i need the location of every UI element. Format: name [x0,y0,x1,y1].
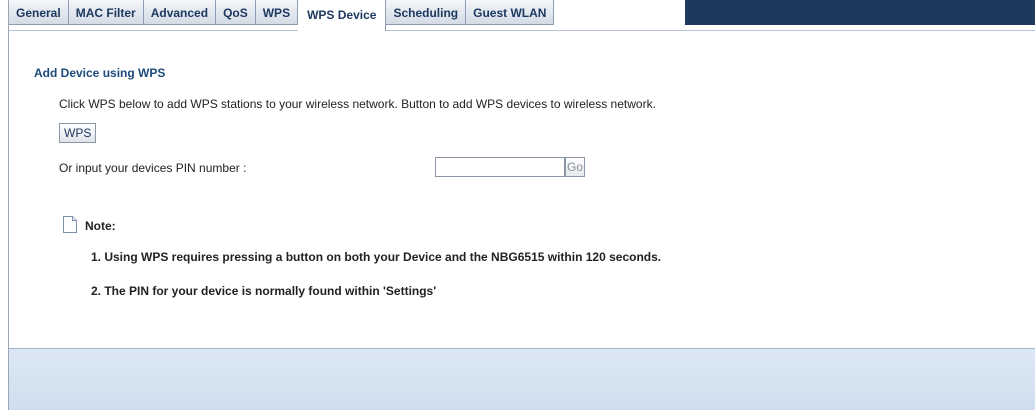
tab-wps-device[interactable]: WPS Device [298,0,387,31]
tab-scheduling[interactable]: Scheduling [386,0,467,25]
note-item: 2. The PIN for your device is normally f… [91,284,437,298]
tab-guest-wlan[interactable]: Guest WLAN [466,0,555,25]
pin-input[interactable] [435,157,565,177]
document-icon [63,216,77,233]
tab-general[interactable]: General [9,0,69,25]
note-label: Note: [85,219,116,233]
section-title: Add Device using WPS [34,66,166,80]
go-button[interactable]: Go [565,157,585,177]
footer-bar [9,348,1035,410]
section-description: Click WPS below to add WPS stations to y… [59,97,656,111]
tab-advanced[interactable]: Advanced [143,0,217,25]
pin-label: Or input your devices PIN number : [59,161,247,175]
tab-mac-filter[interactable]: MAC Filter [68,0,144,25]
note-item: 1. Using WPS requires pressing a button … [91,250,662,264]
tab-list: General MAC Filter Advanced QoS WPS WPS … [9,0,555,31]
tab-qos[interactable]: QoS [216,0,256,25]
content-frame: General MAC Filter Advanced QoS WPS WPS … [8,0,1035,410]
tab-wps[interactable]: WPS [255,0,299,25]
tab-bar-fill [685,0,1035,25]
wps-button[interactable]: WPS [59,123,97,143]
tab-bar: General MAC Filter Advanced QoS WPS WPS … [9,0,1035,31]
